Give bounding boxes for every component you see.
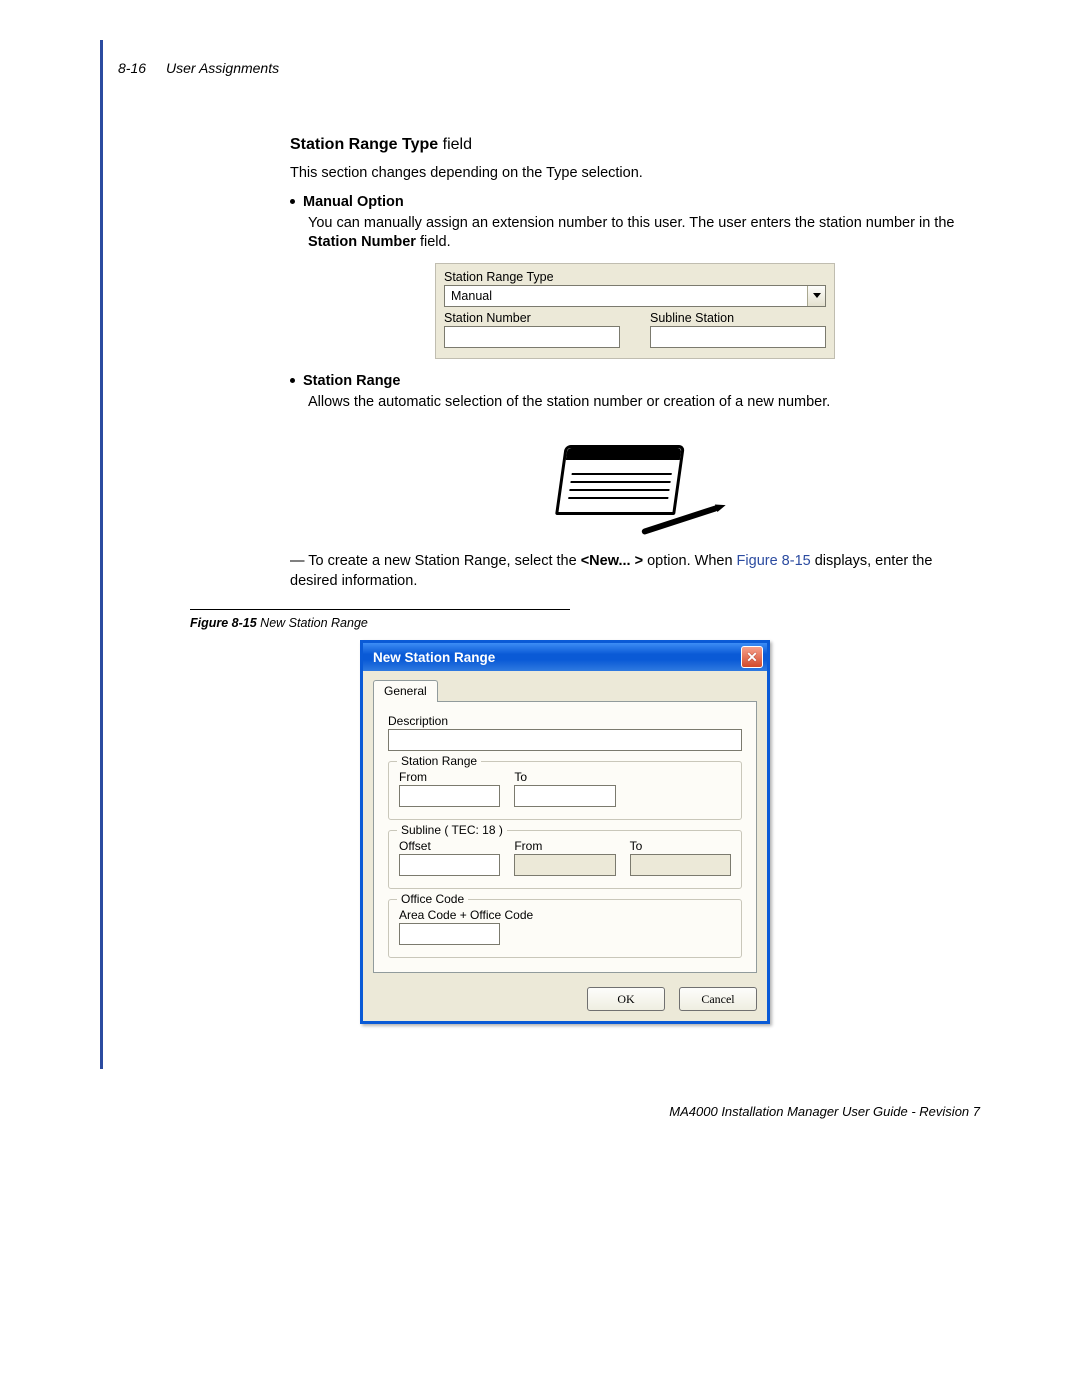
label-sl-offset: Offset [399, 839, 500, 853]
label-sl-to: To [630, 839, 731, 853]
cancel-button[interactable]: Cancel [679, 987, 757, 1011]
intro-text: This section changes depending on the Ty… [290, 164, 980, 184]
label-sr-to: To [514, 770, 615, 784]
sl-from-input[interactable] [514, 854, 615, 876]
sr-from-input[interactable] [399, 785, 500, 807]
sr-to-input[interactable] [514, 785, 615, 807]
page-number: 8-16 [118, 60, 146, 76]
group-subline: Subline ( TEC: 18 ) Offset From [388, 830, 742, 889]
bullet-manual-text: You can manually assign an extension num… [308, 214, 980, 253]
chapter-title: User Assignments [166, 60, 279, 76]
legend-office-code: Office Code [397, 892, 468, 906]
chevron-down-icon [813, 293, 821, 298]
figure-divider [190, 609, 570, 610]
bullet-manual-head: Manual Option [290, 194, 980, 210]
description-input[interactable] [388, 729, 742, 751]
label-sl-from: From [514, 839, 615, 853]
footer-text: MA4000 Installation Manager User Guide -… [100, 1104, 980, 1119]
dash-instruction: — To create a new Station Range, select … [290, 552, 980, 591]
figure-caption: Figure 8-15 New Station Range [190, 616, 980, 630]
close-icon: ✕ [746, 649, 758, 666]
label-station-number: Station Number [444, 311, 620, 325]
label-description: Description [388, 714, 742, 728]
station-range-type-select[interactable]: Manual [444, 285, 826, 307]
tab-general[interactable]: General [373, 680, 438, 702]
sl-offset-input[interactable] [399, 854, 500, 876]
dialog-title: New Station Range [373, 650, 495, 665]
label-station-range-type: Station Range Type [444, 270, 826, 284]
dropdown-button[interactable] [807, 286, 825, 306]
notepad-illustration [505, 422, 765, 542]
side-rule [100, 40, 103, 1069]
area-office-input[interactable] [399, 923, 500, 945]
new-station-range-dialog: New Station Range ✕ General Description … [360, 640, 770, 1024]
ok-button[interactable]: OK [587, 987, 665, 1011]
dialog-titlebar[interactable]: New Station Range ✕ [363, 643, 767, 671]
close-button[interactable]: ✕ [741, 646, 763, 668]
subline-station-input[interactable] [650, 326, 826, 348]
select-value: Manual [445, 289, 807, 303]
tabstrip: General [373, 679, 757, 702]
label-subline-station: Subline Station [650, 311, 826, 325]
figure-ref-link[interactable]: Figure 8-15 [737, 553, 811, 569]
tab-panel-general: Description Station Range From To [373, 702, 757, 973]
station-range-type-panel: Station Range Type Manual Station Number… [435, 263, 835, 359]
legend-subline: Subline ( TEC: 18 ) [397, 823, 507, 837]
bullet-station-range-text: Allows the automatic selection of the st… [308, 393, 980, 413]
legend-station-range: Station Range [397, 754, 481, 768]
section-heading: Station Range Type field [290, 136, 980, 154]
station-number-input[interactable] [444, 326, 620, 348]
label-area-office: Area Code + Office Code [399, 908, 731, 922]
bullet-icon [290, 378, 295, 383]
page-header: 8-16 User Assignments [118, 60, 980, 76]
group-station-range: Station Range From To [388, 761, 742, 820]
bullet-station-range-head: Station Range [290, 373, 980, 389]
group-office-code: Office Code Area Code + Office Code [388, 899, 742, 958]
bullet-icon [290, 199, 295, 204]
label-sr-from: From [399, 770, 500, 784]
sl-to-input[interactable] [630, 854, 731, 876]
